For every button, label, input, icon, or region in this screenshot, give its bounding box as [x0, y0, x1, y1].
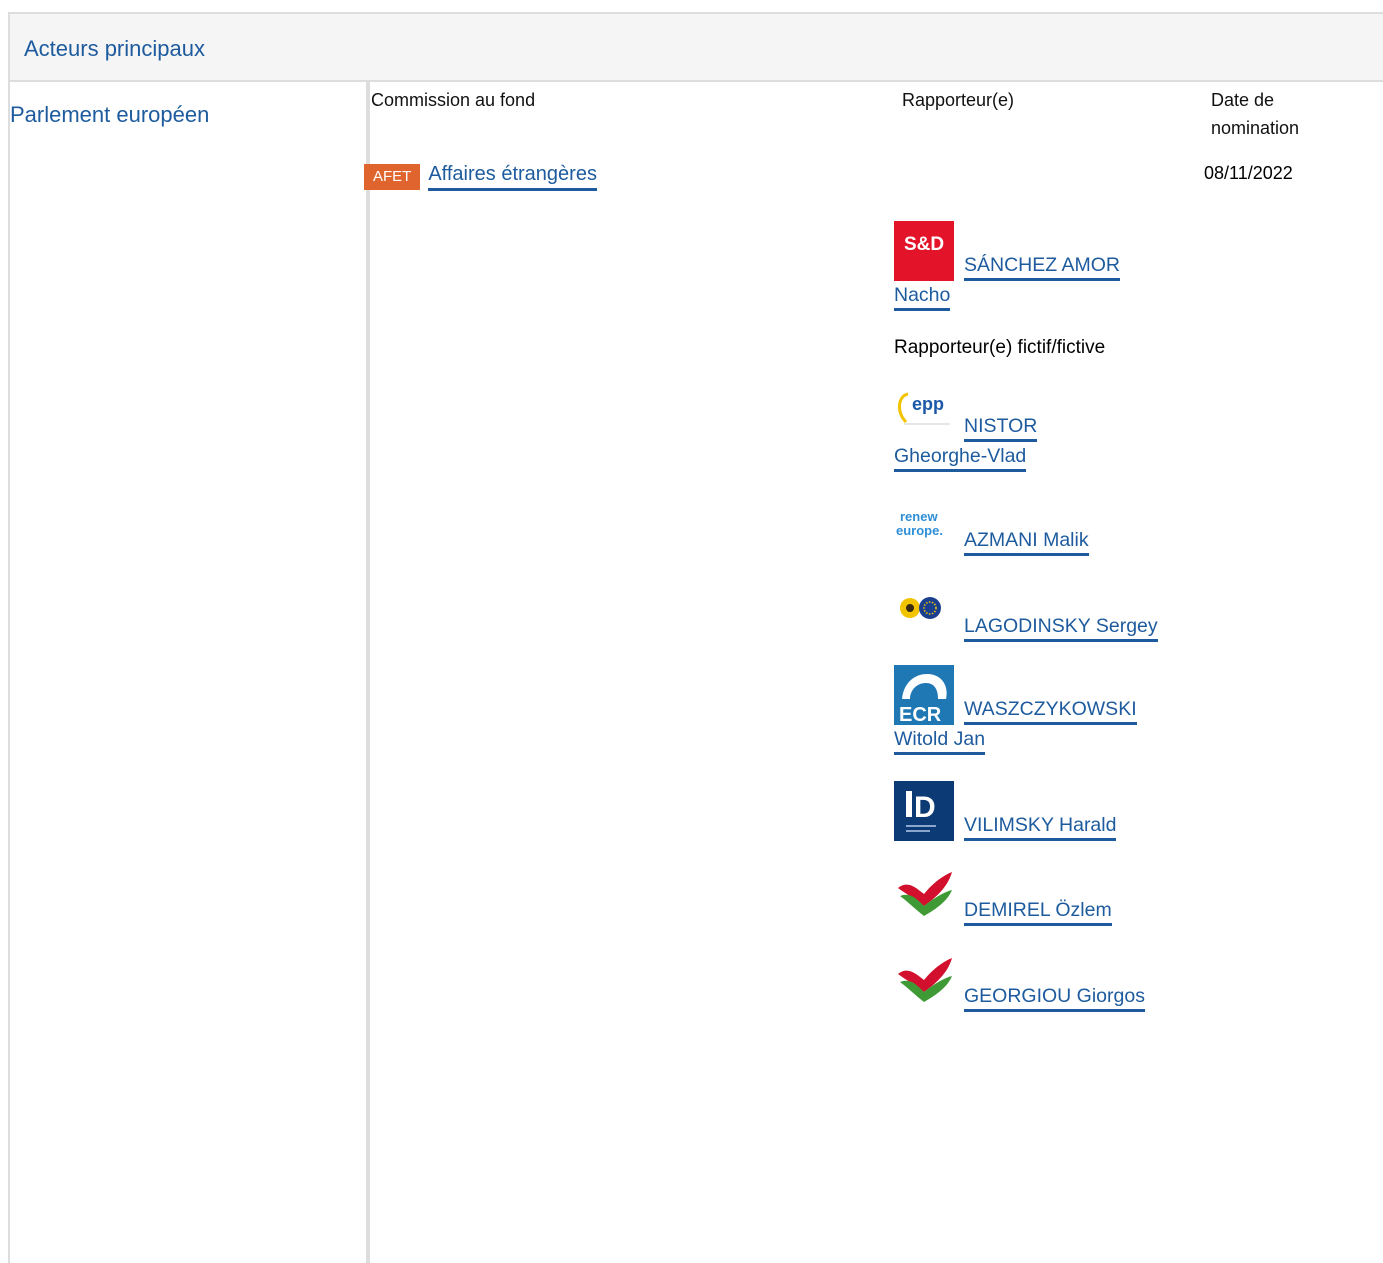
epp-heart-icon: epp: [898, 392, 950, 425]
committee-link[interactable]: Affaires étrangères: [428, 163, 597, 191]
panel-header: Acteurs principaux: [10, 14, 1383, 82]
shadow-name-line1: NISTOR: [964, 415, 1038, 437]
left-flag-icon: [898, 872, 952, 916]
shadow-link[interactable]: LAGODINSKY Sergey: [964, 615, 1158, 642]
shadow-entry: renew europe. AZMANI Malik: [894, 496, 1204, 556]
renew-logo-line2: europe.: [896, 523, 943, 538]
shadow-link[interactable]: DEMIREL Özlem: [964, 899, 1112, 926]
svg-text:D: D: [914, 791, 936, 824]
shadow-link[interactable]: GEORGIOU Giorgos: [964, 985, 1145, 1012]
renew-logo-line1: renew: [900, 509, 938, 524]
rapporteur-name-line1: SÁNCHEZ AMOR: [964, 254, 1121, 276]
institution-name: Parlement européen: [10, 102, 210, 127]
rapporteur-name-line2: Nacho: [894, 284, 951, 306]
shadow-entry: ECR WASZCZYKOWSKI Witold Jan: [894, 665, 1204, 755]
panel-title: Acteurs principaux: [24, 36, 205, 61]
shadow-name-line2: Witold Jan: [894, 728, 986, 750]
column-header-committee: Commission au fond: [371, 90, 536, 110]
column-header-rapporteur: Rapporteur(e): [902, 90, 1015, 110]
svg-text:epp: epp: [912, 394, 944, 414]
renew-group-logo-icon: renew europe.: [894, 496, 954, 556]
ecr-lion-icon: ECR: [894, 665, 954, 726]
committee-badge: AFET: [364, 164, 421, 190]
shadow-entry: DEMIREL Özlem: [894, 866, 1204, 926]
epp-group-logo-icon: epp: [894, 382, 954, 442]
column-header-date: Date de nomination: [1211, 86, 1299, 142]
svg-text:ECR: ECR: [899, 704, 942, 725]
column-header-date-line2: nomination: [1211, 118, 1300, 138]
id-logo-icon: D: [894, 781, 954, 841]
shadow-rapporteur-label: Rapporteur(e) fictif/fictive: [894, 337, 1106, 358]
rapporteur-entry: S&D SÁNCHEZ AMOR Nacho: [894, 221, 1204, 311]
id-group-logo-icon: D: [894, 781, 954, 841]
committee-row: AFET Affaires étrangères: [364, 163, 597, 191]
greens-efa-icon: [900, 597, 941, 619]
appointment-date: 08/11/2022: [1204, 163, 1293, 183]
shadow-entry: LAGODINSKY Sergey: [894, 582, 1204, 642]
shadow-entry: D VILIMSKY Harald: [894, 781, 1204, 841]
shadow-name-line1: WASZCZYKOWSKI: [964, 698, 1137, 720]
sd-group-logo-icon: S&D: [894, 221, 954, 281]
shadow-link[interactable]: AZMANI Malik: [964, 529, 1089, 556]
shadow-entry: GEORGIOU Giorgos: [894, 952, 1204, 1012]
left-flag-icon: [898, 958, 952, 1002]
ecr-group-logo-icon: ECR: [894, 665, 954, 726]
greens-efa-group-logo-icon: [894, 582, 954, 642]
column-header-date-line1: Date de: [1211, 90, 1275, 110]
institution-column: Parlement européen: [10, 82, 370, 1263]
shadow-entry: epp NISTOR Gheorghe-Vlad: [894, 382, 1204, 472]
left-group-logo-icon: [894, 952, 954, 1012]
left-group-logo-icon: [894, 866, 954, 926]
shadow-link[interactable]: VILIMSKY Harald: [964, 814, 1117, 841]
shadow-name-line2: Gheorghe-Vlad: [894, 445, 1027, 467]
